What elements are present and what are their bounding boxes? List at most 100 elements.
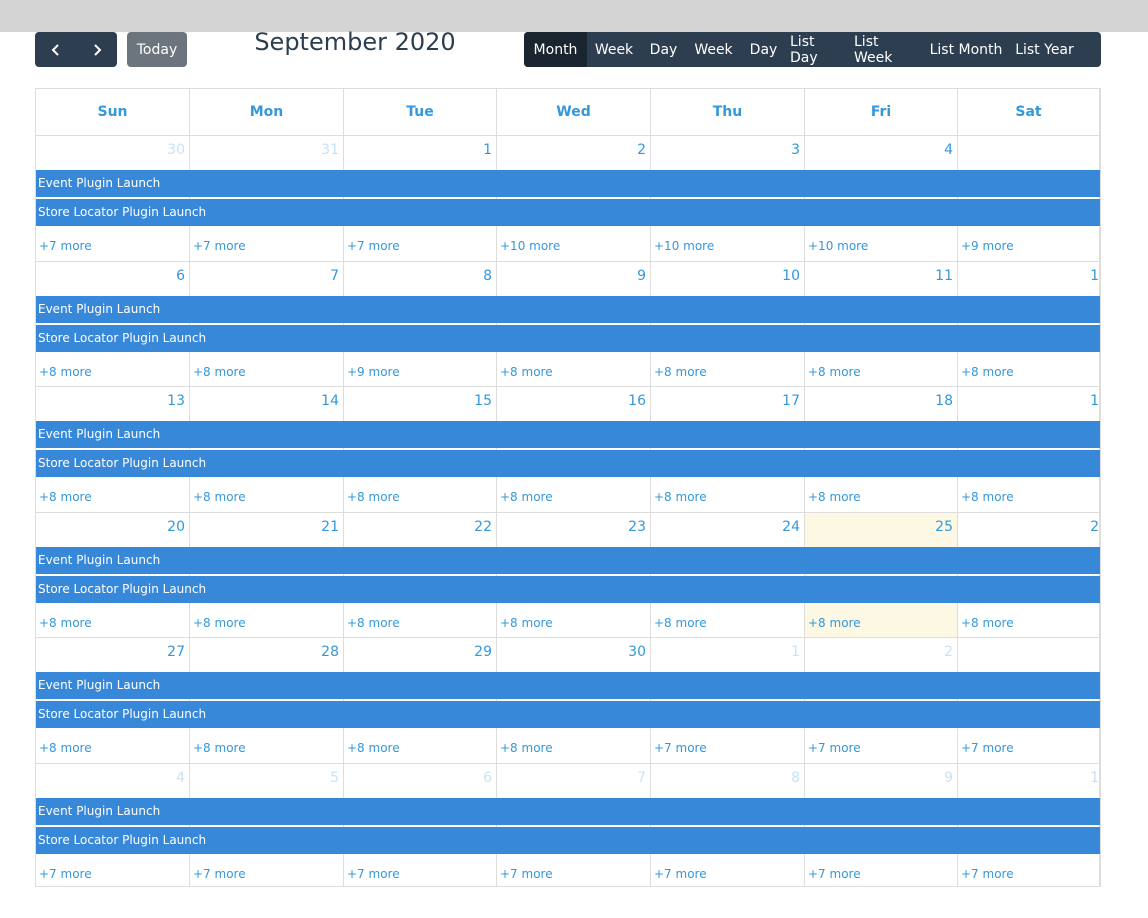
more-events-link[interactable]: +8 more — [39, 490, 92, 504]
more-events-link[interactable]: +7 more — [500, 867, 553, 881]
day-number[interactable]: 6 — [176, 268, 185, 284]
more-events-link[interactable]: +8 more — [193, 616, 246, 630]
day-number[interactable]: 1 — [791, 644, 800, 660]
day-number[interactable]: 7 — [637, 770, 646, 786]
event-plugin-launch[interactable]: Event Plugin Launch — [36, 170, 1100, 197]
day-cell[interactable]: 22 +8 more — [344, 513, 497, 637]
day-number[interactable]: 20 — [167, 519, 185, 535]
view-button-day[interactable]: Day — [741, 32, 786, 67]
more-events-link[interactable]: +10 more — [808, 239, 868, 253]
more-events-link[interactable]: +8 more — [961, 490, 1014, 504]
day-number[interactable]: 30 — [628, 644, 646, 660]
day-cell[interactable]: 6 +7 more — [344, 764, 497, 886]
more-events-link[interactable]: +8 more — [808, 616, 861, 630]
day-number[interactable]: 9 — [944, 770, 953, 786]
day-number[interactable]: 14 — [321, 393, 339, 409]
more-events-link[interactable]: +9 more — [347, 365, 400, 379]
day-cell[interactable]: 23 +8 more — [497, 513, 651, 637]
day-number[interactable]: 15 — [474, 393, 492, 409]
day-number[interactable]: 1 — [1090, 770, 1099, 786]
day-number[interactable]: 7 — [330, 268, 339, 284]
day-cell[interactable]: 2 +8 more — [958, 513, 1100, 637]
store-locator-plugin-launch[interactable]: Store Locator Plugin Launch — [36, 827, 1100, 854]
day-number[interactable]: 6 — [483, 770, 492, 786]
day-cell[interactable]: 24 +8 more — [651, 513, 805, 637]
view-button-list-month[interactable]: List Month — [924, 32, 1008, 67]
day-number[interactable]: 11 — [935, 268, 953, 284]
more-events-link[interactable]: +7 more — [654, 741, 707, 755]
more-events-link[interactable]: +8 more — [654, 365, 707, 379]
event-plugin-launch[interactable]: Event Plugin Launch — [36, 421, 1100, 448]
day-number[interactable]: 31 — [321, 142, 339, 158]
day-number[interactable]: 21 — [321, 519, 339, 535]
event-plugin-launch[interactable]: Event Plugin Launch — [36, 296, 1100, 323]
day-number[interactable]: 30 — [167, 142, 185, 158]
day-number[interactable]: 8 — [483, 268, 492, 284]
more-events-link[interactable]: +8 more — [347, 616, 400, 630]
more-events-link[interactable]: +8 more — [654, 616, 707, 630]
day-number[interactable]: 18 — [935, 393, 953, 409]
day-number[interactable]: 23 — [628, 519, 646, 535]
more-events-link[interactable]: +7 more — [39, 867, 92, 881]
more-events-link[interactable]: +10 more — [500, 239, 560, 253]
view-button-week[interactable]: Week — [686, 32, 741, 67]
view-button-month[interactable]: Month — [524, 32, 587, 67]
day-number[interactable]: 2 — [1090, 519, 1099, 535]
next-button[interactable] — [76, 32, 117, 67]
more-events-link[interactable]: +8 more — [39, 616, 92, 630]
day-cell[interactable]: 7 +8 more — [190, 262, 344, 386]
day-cell[interactable]: 8 +9 more — [344, 262, 497, 386]
more-events-link[interactable]: +10 more — [654, 239, 714, 253]
more-events-link[interactable]: +8 more — [808, 365, 861, 379]
day-number[interactable]: 29 — [474, 644, 492, 660]
more-events-link[interactable]: +8 more — [961, 616, 1014, 630]
event-plugin-launch[interactable]: Event Plugin Launch — [36, 547, 1100, 574]
more-events-link[interactable]: +7 more — [961, 867, 1014, 881]
view-button-list-week[interactable]: List Week — [850, 32, 924, 67]
day-cell[interactable]: 6 +8 more — [36, 262, 190, 386]
day-number[interactable]: 5 — [330, 770, 339, 786]
store-locator-plugin-launch[interactable]: Store Locator Plugin Launch — [36, 701, 1100, 728]
store-locator-plugin-launch[interactable]: Store Locator Plugin Launch — [36, 450, 1100, 477]
more-events-link[interactable]: +8 more — [500, 616, 553, 630]
more-events-link[interactable]: +9 more — [961, 239, 1014, 253]
more-events-link[interactable]: +8 more — [654, 490, 707, 504]
event-plugin-launch[interactable]: Event Plugin Launch — [36, 672, 1100, 699]
day-number[interactable]: 8 — [791, 770, 800, 786]
more-events-link[interactable]: +7 more — [193, 867, 246, 881]
more-events-link[interactable]: +8 more — [500, 490, 553, 504]
more-events-link[interactable]: +7 more — [808, 867, 861, 881]
day-number[interactable]: 4 — [944, 142, 953, 158]
day-number[interactable]: 24 — [782, 519, 800, 535]
view-button-week[interactable]: Week — [587, 32, 641, 67]
day-number[interactable]: 9 — [637, 268, 646, 284]
more-events-link[interactable]: +8 more — [39, 741, 92, 755]
prev-button[interactable] — [35, 32, 76, 67]
more-events-link[interactable]: +8 more — [808, 490, 861, 504]
more-events-link[interactable]: +8 more — [193, 741, 246, 755]
more-events-link[interactable]: +7 more — [961, 741, 1014, 755]
day-cell[interactable]: 5 +7 more — [190, 764, 344, 886]
day-cell[interactable]: 4 +7 more — [36, 764, 190, 886]
more-events-link[interactable]: +8 more — [961, 365, 1014, 379]
more-events-link[interactable]: +8 more — [347, 490, 400, 504]
day-number[interactable]: 10 — [782, 268, 800, 284]
store-locator-plugin-launch[interactable]: Store Locator Plugin Launch — [36, 199, 1100, 226]
day-cell[interactable]: 1 +7 more — [958, 764, 1100, 886]
day-number[interactable]: 17 — [782, 393, 800, 409]
day-number[interactable]: 16 — [628, 393, 646, 409]
day-cell[interactable]: 11 +8 more — [805, 262, 958, 386]
more-events-link[interactable]: +8 more — [193, 490, 246, 504]
more-events-link[interactable]: +7 more — [193, 239, 246, 253]
more-events-link[interactable]: +8 more — [39, 365, 92, 379]
day-number[interactable]: 1 — [1090, 268, 1099, 284]
day-cell[interactable]: 20 +8 more — [36, 513, 190, 637]
day-number[interactable]: 2 — [944, 644, 953, 660]
more-events-link[interactable]: +8 more — [500, 365, 553, 379]
day-number[interactable]: 13 — [167, 393, 185, 409]
store-locator-plugin-launch[interactable]: Store Locator Plugin Launch — [36, 576, 1100, 603]
today-button[interactable]: Today — [127, 32, 187, 67]
view-button-day[interactable]: Day — [641, 32, 686, 67]
more-events-link[interactable]: +7 more — [654, 867, 707, 881]
day-number[interactable]: 2 — [637, 142, 646, 158]
